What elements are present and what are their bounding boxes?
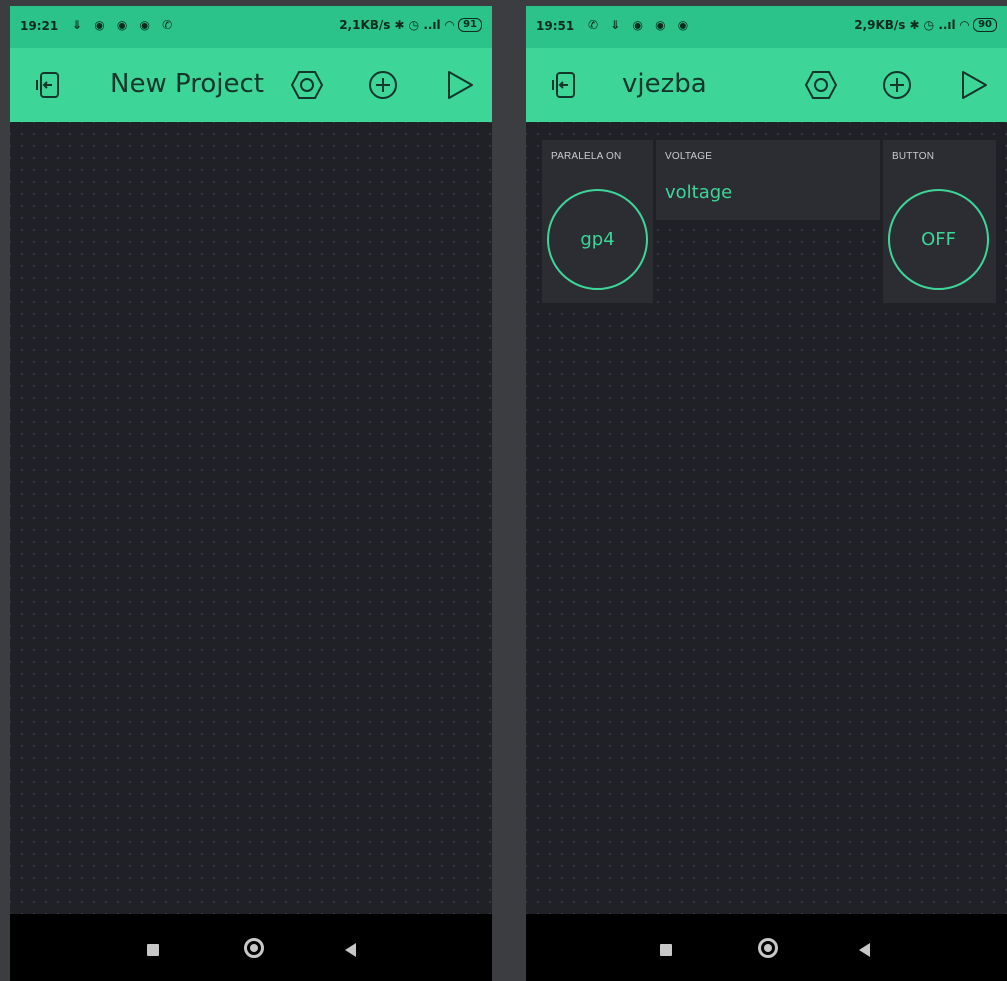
button-widget[interactable]: BUTTON OFF [883,140,996,303]
battery-indicator: 91 [458,18,482,32]
home-icon[interactable] [758,938,778,958]
add-widget-icon[interactable] [366,68,400,102]
button-text: OFF [921,229,956,250]
project-exit-icon[interactable] [32,68,66,102]
project-canvas[interactable] [10,122,492,914]
recent-apps-icon[interactable] [147,944,159,956]
off-toggle-button[interactable]: OFF [888,189,989,290]
status-bar: 19:51 ✆ ⇓ ◉ ◉ ◉ 2,9KB/s ✱ ◷ ..ıl ◠ 90 [526,6,1007,48]
back-icon[interactable] [345,943,356,957]
phone-screen-vjezba: 19:51 ✆ ⇓ ◉ ◉ ◉ 2,9KB/s ✱ ◷ ..ıl ◠ 90 vj… [526,6,1007,981]
navigation-bar [526,914,1007,981]
app-bar: vjezba [526,48,1007,122]
network-speed: 2,9KB/s [854,18,906,32]
widget-label: VOLTAGE [665,151,713,162]
recent-apps-icon[interactable] [660,944,672,956]
widget-label: BUTTON [892,151,935,162]
play-icon[interactable] [956,68,990,102]
back-icon[interactable] [859,943,870,957]
voltage-value: voltage [665,182,733,203]
notification-icons: ⇓ ◉ ◉ ◉ ✆ [72,18,177,32]
status-right: 2,1KB/s ✱ ◷ ..ıl ◠ 91 [339,18,482,32]
voltage-value-display[interactable]: VOLTAGE voltage [656,140,880,220]
play-icon[interactable] [442,68,476,102]
project-exit-icon[interactable] [548,68,582,102]
paralela-toggle-button[interactable]: gp4 [547,189,648,290]
system-icons: ✱ ◷ ..ıl ◠ [394,18,455,32]
status-time: 19:51 [536,19,575,33]
button-text: gp4 [580,229,615,250]
battery-indicator: 90 [973,18,997,32]
paralela-button-widget[interactable]: PARALELA ON gp4 [542,140,653,303]
phone-screen-new-project: 19:21 ⇓ ◉ ◉ ◉ ✆ 2,1KB/s ✱ ◷ ..ıl ◠ 91 Ne… [10,6,492,981]
settings-hexagon-icon[interactable] [290,68,324,102]
home-icon[interactable] [244,938,264,958]
project-canvas[interactable]: PARALELA ON gp4 VOLTAGE voltage BUTTON O… [526,122,1007,914]
system-icons: ✱ ◷ ..ıl ◠ [909,18,970,32]
network-speed: 2,1KB/s [339,18,391,32]
project-title: vjezba [622,69,707,99]
notification-icons: ✆ ⇓ ◉ ◉ ◉ [588,18,693,32]
status-time: 19:21 [20,19,59,33]
project-title: New Project [110,69,264,99]
status-bar: 19:21 ⇓ ◉ ◉ ◉ ✆ 2,1KB/s ✱ ◷ ..ıl ◠ 91 [10,6,492,48]
navigation-bar [10,914,492,981]
widget-label: PARALELA ON [551,151,622,162]
settings-hexagon-icon[interactable] [804,68,838,102]
status-right: 2,9KB/s ✱ ◷ ..ıl ◠ 90 [854,18,997,32]
app-bar: New Project [10,48,492,122]
add-widget-icon[interactable] [880,68,914,102]
